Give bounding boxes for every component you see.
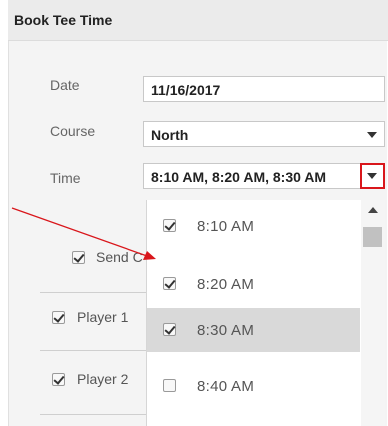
annotation-arrow-icon <box>11 207 156 260</box>
